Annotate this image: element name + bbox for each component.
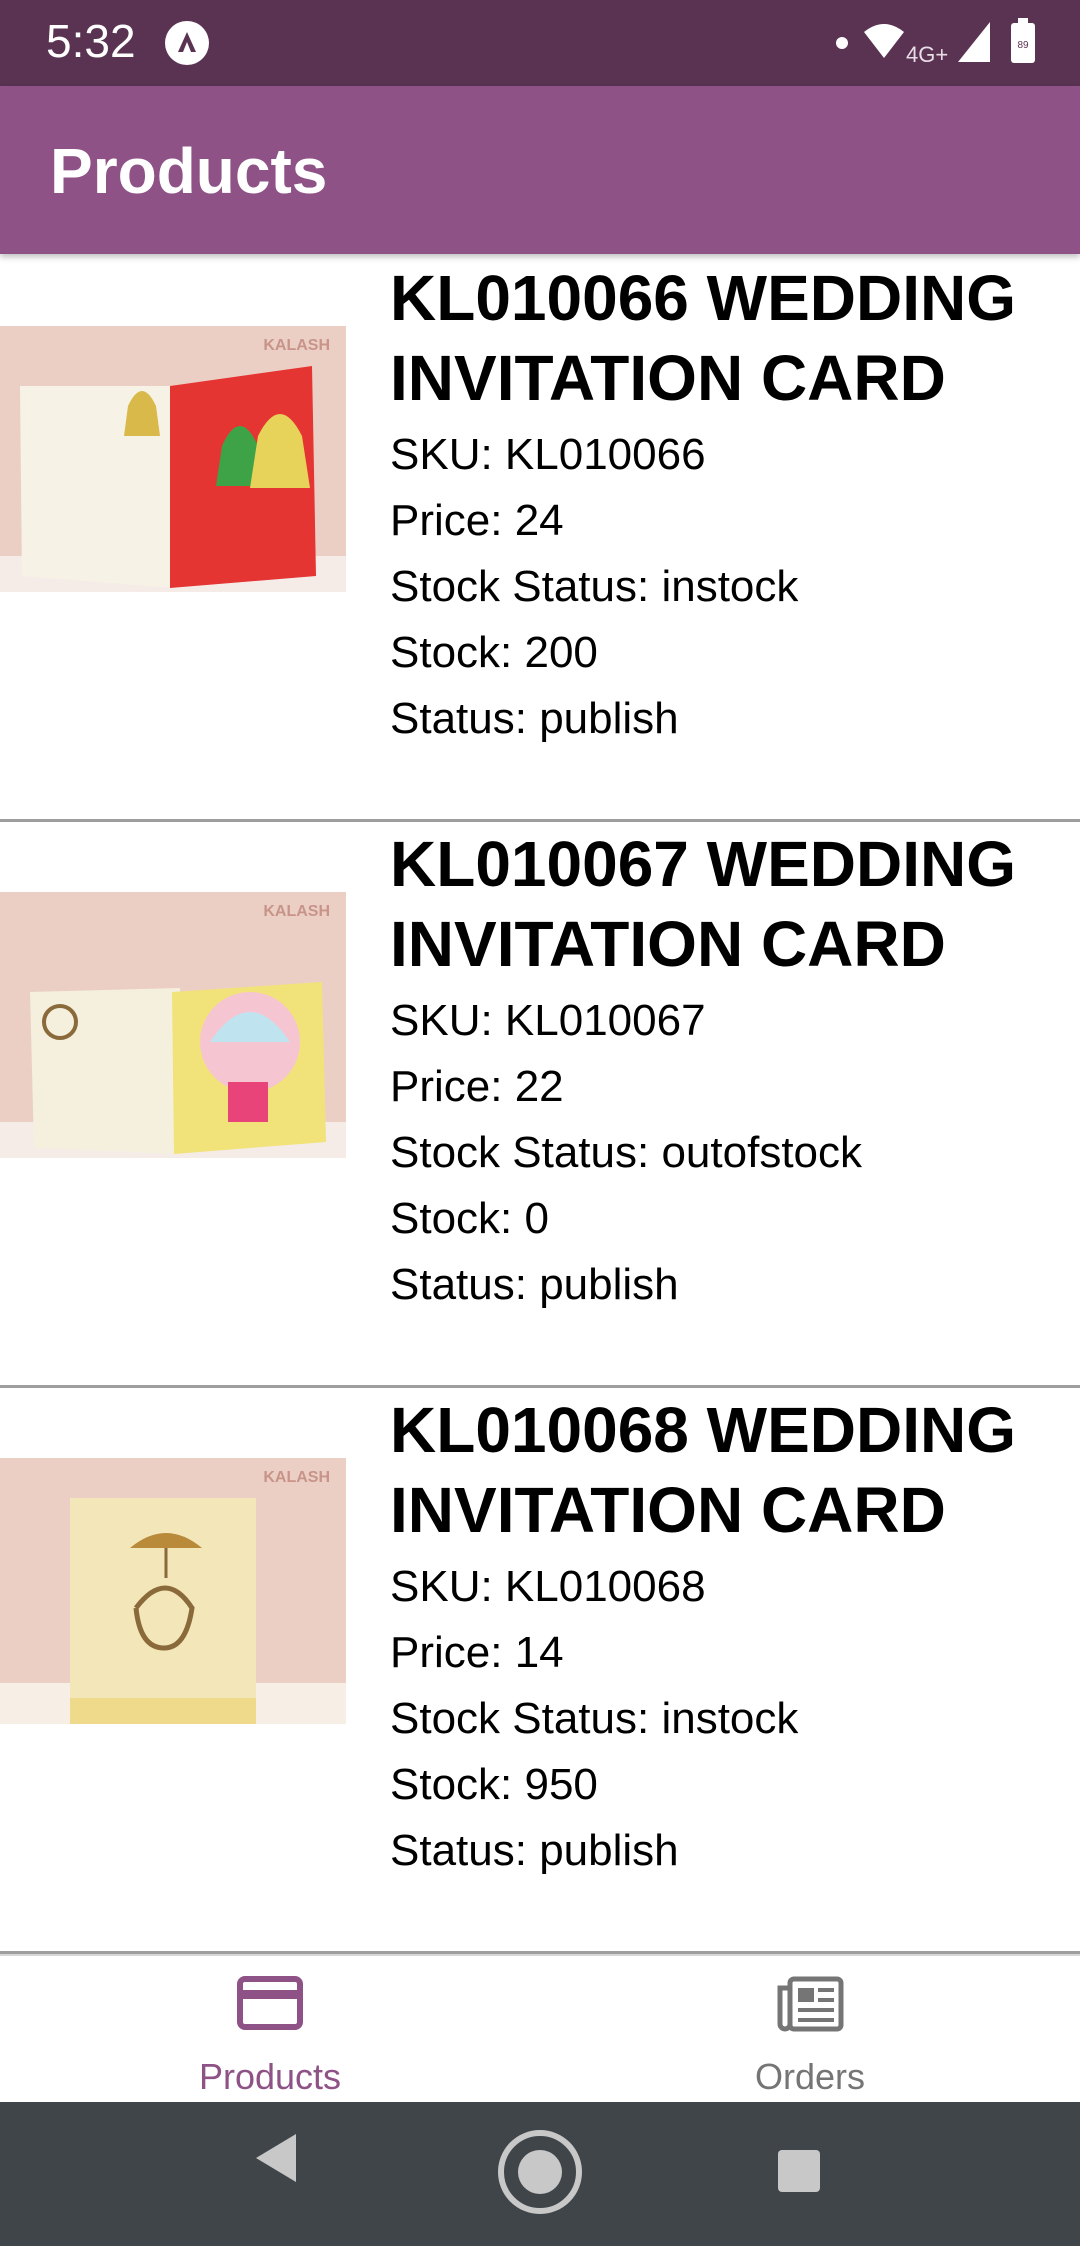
product-name: KL010067 WEDDING INVITATION CARD <box>390 828 1016 980</box>
nav-tab-products[interactable]: Products <box>0 1956 540 2104</box>
recents-icon[interactable] <box>776 2148 822 2194</box>
product-stock-status: Stock Status: instock <box>390 1694 799 1743</box>
nav-label-products: Products <box>198 2056 342 2097</box>
credit-card-icon <box>237 1976 303 2030</box>
network-type-label: 4G+ <box>906 42 949 67</box>
newspaper-icon <box>777 1976 844 2032</box>
product-price: Price: 24 <box>390 496 564 545</box>
battery-icon: 89 <box>1011 18 1035 63</box>
nav-label-orders: Orders <box>754 2056 866 2097</box>
product-sku: SKU: KL010067 <box>390 996 706 1045</box>
product-details: KL010066 WEDDING INVITATION CARD SKU: KL… <box>390 258 1070 752</box>
product-item[interactable]: KALASH KL010067 WEDDING INVITATION CARD … <box>0 820 1080 1388</box>
app-notification-icon <box>165 21 209 65</box>
product-name: KL010066 WEDDING INVITATION CARD <box>390 262 1016 414</box>
status-bar: 5:32 4G+ 89 <box>0 0 1080 86</box>
home-icon[interactable] <box>496 2128 584 2216</box>
product-stock: Stock: 0 <box>390 1194 549 1243</box>
wifi-icon <box>864 24 904 58</box>
product-item[interactable]: KALASH KL010068 WEDDING INVITATION CARD … <box>0 1386 1080 1954</box>
app-bar: Products <box>0 86 1080 254</box>
cell-signal-icon <box>958 22 990 62</box>
product-stock-status: Stock Status: instock <box>390 562 799 611</box>
product-sku: SKU: KL010066 <box>390 430 706 479</box>
nav-tab-orders[interactable]: Orders <box>540 1956 1080 2104</box>
thumb-watermark: KALASH <box>263 337 330 354</box>
status-time: 5:32 <box>46 15 136 67</box>
product-sku: SKU: KL010068 <box>390 1562 706 1611</box>
product-name: KL010068 WEDDING INVITATION CARD <box>390 1394 1016 1546</box>
thumb-watermark: KALASH <box>263 1469 330 1486</box>
product-stock: Stock: 950 <box>390 1760 598 1809</box>
product-image: KALASH <box>0 1458 346 1724</box>
notification-dot-icon <box>836 37 848 49</box>
thumb-watermark: KALASH <box>263 903 330 920</box>
product-status: Status: publish <box>390 694 679 743</box>
bottom-navigation: Products Orders <box>0 1954 1080 2104</box>
product-details: KL010067 WEDDING INVITATION CARD SKU: KL… <box>390 824 1070 1318</box>
product-stock: Stock: 200 <box>390 628 598 677</box>
product-details: KL010068 WEDDING INVITATION CARD SKU: KL… <box>390 1390 1070 1884</box>
product-price: Price: 22 <box>390 1062 564 1111</box>
product-price: Price: 14 <box>390 1628 564 1677</box>
product-status: Status: publish <box>390 1260 679 1309</box>
system-navigation-bar <box>0 2102 1080 2246</box>
product-item[interactable]: KALASH KL010066 WEDDING INVITATION CARD … <box>0 254 1080 822</box>
page-title: Products <box>50 135 328 207</box>
back-icon[interactable] <box>252 2130 298 2186</box>
battery-level: 89 <box>1017 40 1029 51</box>
product-status: Status: publish <box>390 1826 679 1875</box>
product-stock-status: Stock Status: outofstock <box>390 1128 863 1177</box>
product-image: KALASH <box>0 326 346 592</box>
product-image: KALASH <box>0 892 346 1158</box>
